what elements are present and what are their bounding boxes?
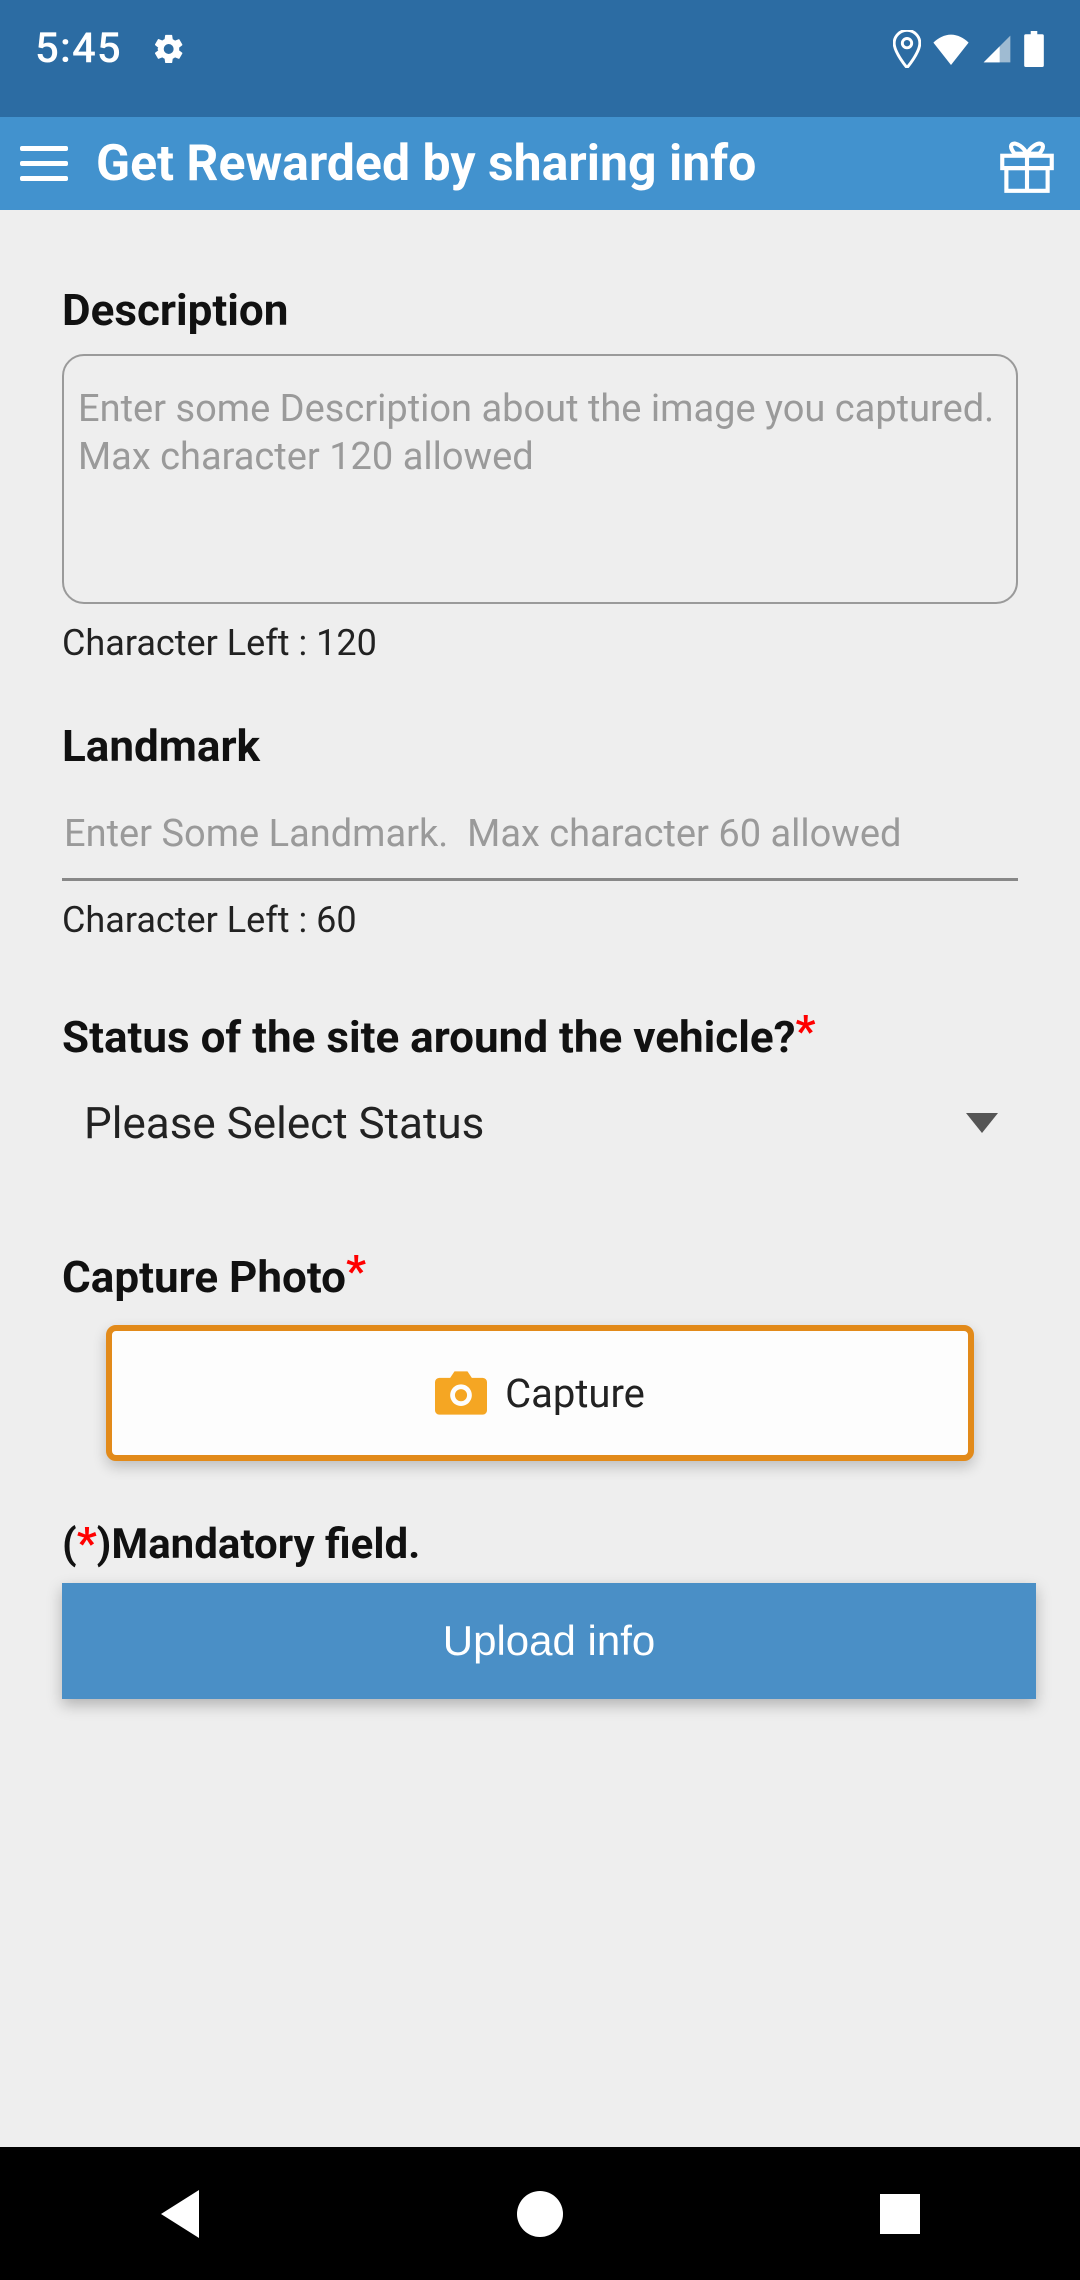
menu-button[interactable] bbox=[20, 139, 70, 189]
required-star-icon: * bbox=[77, 1517, 97, 1569]
description-label: Description bbox=[62, 284, 1018, 336]
site-status-selected: Please Select Status bbox=[84, 1097, 966, 1149]
status-bar: 5:45 bbox=[0, 0, 1080, 117]
battery-icon bbox=[1023, 31, 1045, 67]
camera-icon bbox=[435, 1371, 487, 1415]
required-star-icon: * bbox=[796, 1005, 816, 1057]
status-time: 5:45 bbox=[35, 24, 122, 73]
capture-photo-label: Capture Photo* bbox=[62, 1251, 1018, 1303]
wifi-icon bbox=[931, 33, 971, 65]
chevron-down-icon bbox=[966, 1113, 998, 1133]
site-status-select[interactable]: Please Select Status bbox=[62, 1091, 1018, 1155]
location-icon bbox=[893, 30, 921, 68]
gift-icon[interactable] bbox=[994, 131, 1060, 197]
description-char-left: Character Left : 120 bbox=[62, 622, 1018, 664]
form-content: Description Character Left : 120 Landmar… bbox=[0, 210, 1080, 2147]
recent-apps-button[interactable] bbox=[870, 2184, 930, 2244]
description-input[interactable] bbox=[62, 354, 1018, 604]
required-star-icon: * bbox=[346, 1245, 366, 1297]
landmark-input[interactable] bbox=[62, 804, 1018, 881]
home-button[interactable] bbox=[510, 2184, 570, 2244]
cell-signal-icon bbox=[981, 33, 1013, 65]
upload-info-button[interactable]: Upload info bbox=[62, 1583, 1036, 1699]
gear-icon bbox=[152, 32, 186, 66]
app-bar: Get Rewarded by sharing info bbox=[0, 117, 1080, 210]
back-button[interactable] bbox=[150, 2184, 210, 2244]
app-title: Get Rewarded by sharing info bbox=[96, 135, 968, 193]
site-status-label: Status of the site around the vehicle?* bbox=[62, 1011, 1018, 1063]
landmark-char-left: Character Left : 60 bbox=[62, 899, 1018, 941]
navigation-bar bbox=[0, 2147, 1080, 2280]
mandatory-note: (*)Mandatory field. bbox=[62, 1517, 1018, 1569]
capture-button-label: Capture bbox=[505, 1370, 645, 1417]
capture-button[interactable]: Capture bbox=[106, 1325, 974, 1461]
landmark-label: Landmark bbox=[62, 720, 1018, 772]
